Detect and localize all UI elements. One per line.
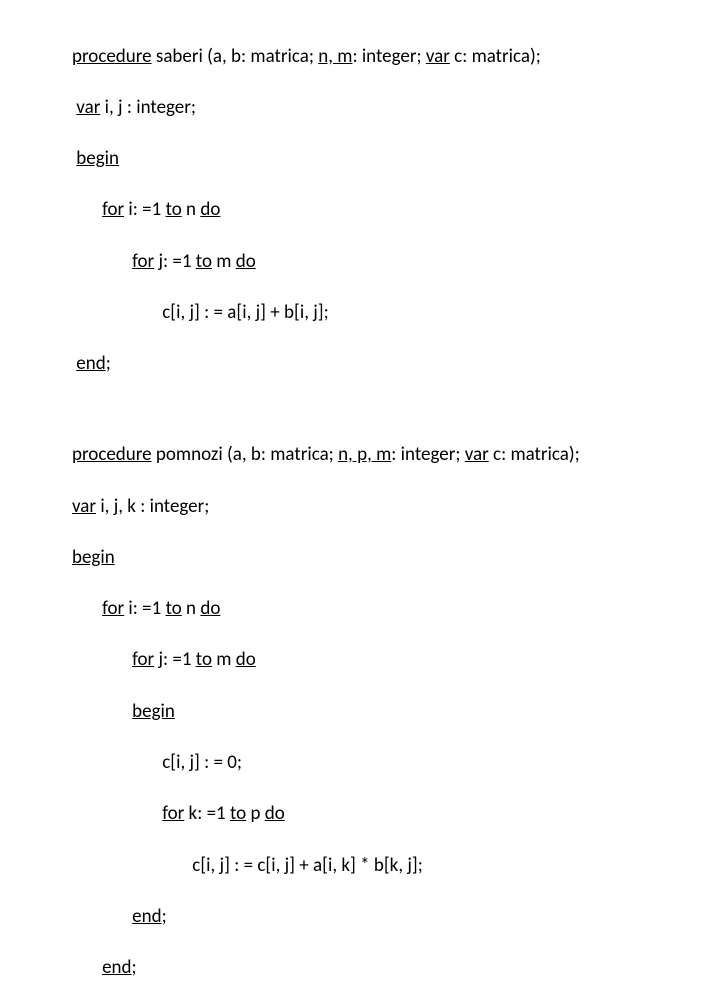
procedure-pomnozi: procedure pomnozi (a, b: matrica; n, p, … (72, 417, 720, 1006)
line-body1: c[i, j] : = a[i, j] + b[i, j]; (72, 300, 720, 326)
line-body2a: c[i, j] : = 0; (72, 750, 720, 776)
line-begin-inner: begin (72, 699, 720, 725)
line-var2: var i, j, k : integer; (72, 494, 720, 520)
line-end2: end; (72, 955, 720, 981)
line-for3: for i: =1 to n do (72, 596, 720, 622)
line-for2: for j: =1 to m do (72, 249, 720, 275)
procedure-saberi: procedure saberi (a, b: matrica; n, m: i… (72, 18, 720, 403)
line-end1: end; (72, 351, 720, 377)
line-var1: var i, j : integer; (72, 95, 720, 121)
line-begin2: begin (72, 545, 720, 571)
line-end-inner: end; (72, 904, 720, 930)
line-for5: for k: =1 to p do (72, 801, 720, 827)
line-sig2: procedure pomnozi (a, b: matrica; n, p, … (72, 442, 720, 468)
line-for4: for j: =1 to m do (72, 647, 720, 673)
paragraph-gap (72, 403, 720, 417)
line-begin1: begin (72, 146, 720, 172)
line-sig1: procedure saberi (a, b: matrica; n, m: i… (72, 44, 720, 70)
line-body2b: c[i, j] : = c[i, j] + a[i, k] * b[k, j]; (72, 853, 720, 879)
line-for1: for i: =1 to n do (72, 197, 720, 223)
